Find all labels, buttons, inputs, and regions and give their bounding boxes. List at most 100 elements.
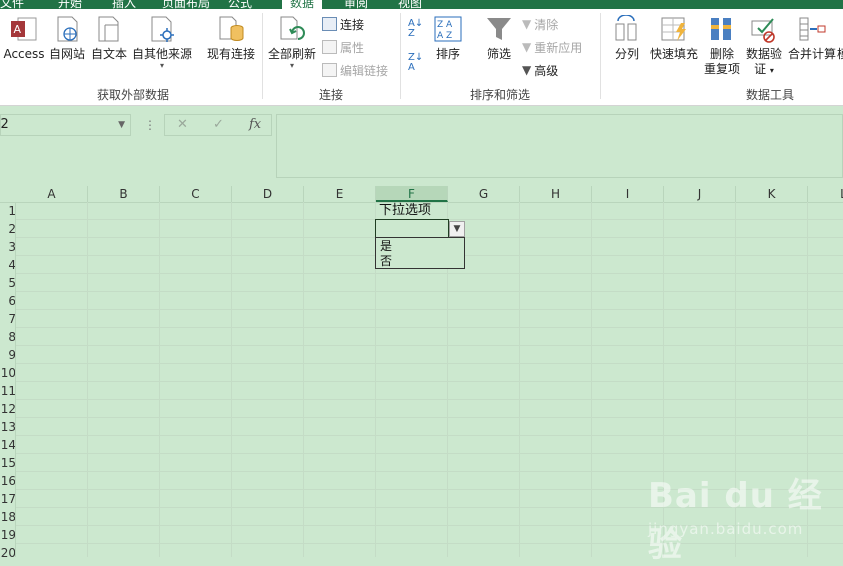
row-header-15[interactable]: 15 (0, 454, 15, 472)
tab-review[interactable]: 审阅 (344, 0, 368, 9)
row-header-7[interactable]: 7 (0, 310, 15, 328)
from-other-sources-label: 自其他来源 (131, 47, 192, 61)
row-header-10[interactable]: 10 (0, 364, 15, 382)
column-header-c[interactable]: C (160, 186, 232, 202)
row-header-11[interactable]: 11 (0, 382, 15, 400)
remove-duplicates-button[interactable]: 删除 重复项 (702, 11, 742, 77)
watermark-url: jingyan.baidu.com (648, 520, 804, 538)
column-header-f[interactable]: F (376, 186, 448, 202)
row-header-16[interactable]: 16 (0, 472, 15, 490)
access-button[interactable]: A Access (2, 11, 46, 62)
column-header-a[interactable]: A (16, 186, 88, 202)
row-header-8[interactable]: 8 (0, 328, 15, 346)
row-header-9[interactable]: 9 (0, 346, 15, 364)
sort-descending-button[interactable]: Z↓ A (408, 53, 423, 73)
tab-page-layout[interactable]: 页面布局 (162, 0, 210, 9)
row-header-4[interactable]: 4 (0, 256, 15, 274)
row-header-5[interactable]: 5 (0, 274, 15, 292)
formula-input[interactable] (276, 114, 843, 178)
data-validation-button[interactable]: 数据验 证 ▾ (744, 11, 784, 78)
from-text-button[interactable]: 自文本 (89, 11, 129, 62)
dropdown-option-no[interactable]: 否 (380, 254, 392, 268)
sort-az-icon: A↓ Z (408, 18, 424, 39)
cancel-icon[interactable]: ✕ (177, 117, 188, 132)
active-cell-f2[interactable] (375, 219, 449, 238)
sort-label: 排序 (435, 47, 460, 61)
existing-connections-button[interactable]: 现有连接 (204, 11, 258, 62)
flash-fill-label: 快速填充 (650, 47, 699, 61)
cell-f1[interactable]: 下拉选项 (379, 203, 431, 219)
group-label-sort-filter: 排序和筛选 (469, 88, 531, 102)
connections-label: 连接 (340, 17, 365, 32)
column-header-l[interactable]: L (808, 186, 843, 202)
ribbon: A Access 自网站 自文本 自其他来源 ▾ 现有连接 获取外部数据 全部刷… (0, 9, 843, 106)
chevron-down-icon: ▾ (159, 61, 164, 70)
from-other-sources-button[interactable]: 自其他来源 ▾ (131, 11, 193, 70)
row-header-17[interactable]: 17 (0, 490, 15, 508)
sort-ascending-button[interactable]: A↓ Z (408, 19, 423, 39)
row-header-18[interactable]: 18 (0, 508, 15, 526)
row-header-12[interactable]: 12 (0, 400, 15, 418)
reapply-label: 重新应用 (534, 40, 583, 55)
relationships-button-partial[interactable]: 模 (837, 11, 843, 62)
reapply-button[interactable]: ▼ 重新应用 (522, 38, 582, 56)
access-label: Access (3, 47, 45, 61)
more-options-icon[interactable]: ⋮ (144, 118, 156, 132)
chevron-down-icon[interactable]: ▼ (118, 115, 125, 135)
row-header-3[interactable]: 3 (0, 238, 15, 256)
data-validation-label-line2: 证 (754, 62, 767, 76)
text-to-columns-button[interactable]: 分列 (610, 11, 644, 62)
tab-formulas[interactable]: 公式 (228, 0, 252, 9)
remove-duplicates-label-line2: 重复项 (703, 62, 740, 76)
tab-file[interactable]: 文件 (0, 0, 24, 9)
group-label-connections: 连接 (318, 88, 344, 102)
row-header-6[interactable]: 6 (0, 292, 15, 310)
properties-button[interactable]: 属性 (322, 38, 364, 56)
dropdown-arrow-button[interactable]: ▼ (449, 221, 465, 237)
enter-icon[interactable]: ✓ (213, 117, 224, 132)
edit-links-button[interactable]: 编辑链接 (322, 61, 388, 79)
svg-text:Z A: Z A (437, 20, 453, 30)
name-box[interactable]: F2 ▼ (0, 114, 131, 136)
clear-label: 清除 (534, 17, 559, 32)
tab-insert[interactable]: 插入 (112, 0, 136, 9)
sort-button[interactable]: Z A A Z 排序 (430, 11, 466, 62)
from-web-button[interactable]: 自网站 (46, 11, 88, 62)
column-header-h[interactable]: H (520, 186, 592, 202)
reapply-filter-icon: ▼ (522, 40, 532, 54)
tab-view[interactable]: 视图 (398, 0, 422, 9)
clear-button[interactable]: ▼ 清除 (522, 15, 558, 33)
advanced-button[interactable]: ▼ 高级 (522, 61, 558, 79)
clear-filter-icon: ▼ (522, 17, 532, 31)
flash-fill-button[interactable]: 快速填充 (650, 11, 698, 62)
refresh-all-button[interactable]: 全部刷新 ▾ (266, 11, 318, 70)
tab-data[interactable]: 数据 (282, 0, 323, 9)
row-header-14[interactable]: 14 (0, 436, 15, 454)
column-header-k[interactable]: K (736, 186, 808, 202)
dropdown-option-yes[interactable]: 是 (380, 239, 392, 253)
consolidate-button[interactable]: 合并计算 (786, 11, 838, 62)
row-header-13[interactable]: 13 (0, 418, 15, 436)
row-header-2[interactable]: 2 (0, 220, 15, 238)
text-file-icon (98, 16, 119, 42)
connections-button[interactable]: 连接 (322, 15, 364, 33)
row-header-19[interactable]: 19 (0, 526, 15, 544)
row-header-20[interactable]: 20 (0, 544, 15, 557)
tab-home[interactable]: 开始 (58, 0, 82, 9)
remove-duplicates-icon (711, 18, 731, 40)
row-header-1[interactable]: 1 (0, 202, 15, 220)
formula-bar: F2 ▼ ⋮ ✕ ✓ fx (0, 106, 843, 186)
filter-button[interactable]: 筛选 (482, 11, 516, 62)
relationships-label-partial: 模 (837, 47, 843, 61)
column-header-d[interactable]: D (232, 186, 304, 202)
consolidate-icon (799, 17, 826, 41)
insert-function-icon[interactable]: fx (249, 117, 261, 132)
column-headers: ABCDEFGHIJKL (0, 186, 843, 203)
name-box-value: F2 (0, 117, 9, 132)
column-header-b[interactable]: B (88, 186, 160, 202)
column-header-e[interactable]: E (304, 186, 376, 202)
column-header-i[interactable]: I (592, 186, 664, 202)
column-header-g[interactable]: G (448, 186, 520, 202)
refresh-all-label: 全部刷新 (267, 47, 316, 61)
column-header-j[interactable]: J (664, 186, 736, 202)
